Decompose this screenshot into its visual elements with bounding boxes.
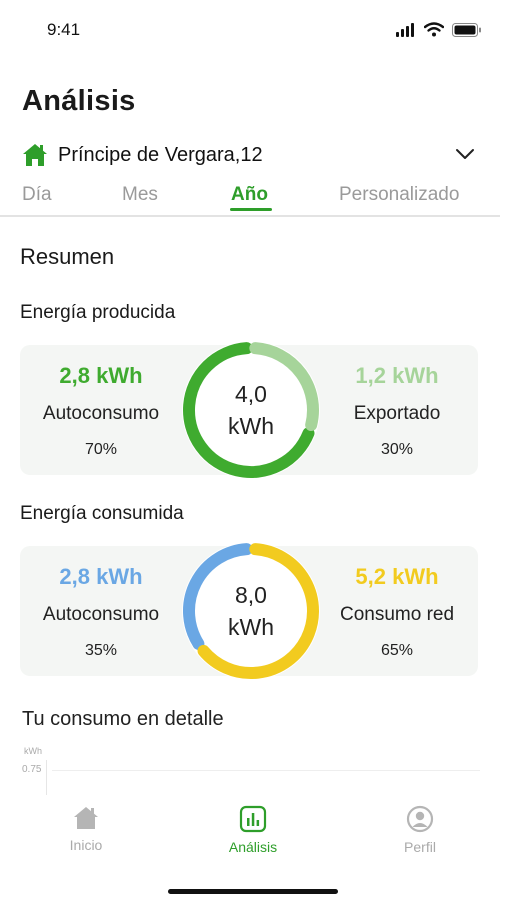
tab-custom[interactable]: Personalizado (339, 184, 459, 206)
grid-line (52, 770, 480, 771)
nav-analysis[interactable]: Análisis (208, 805, 298, 855)
tab-day[interactable]: Día (22, 184, 52, 206)
produced-right-label: Exportado (353, 403, 441, 424)
consumed-total-unit: kWh (228, 614, 274, 640)
battery-icon (452, 22, 481, 37)
produced-right-percent: 30% (380, 441, 414, 458)
home-icon (74, 807, 98, 829)
status-time: 9:41 (47, 20, 81, 39)
chevron-down-icon[interactable] (454, 143, 476, 165)
produced-left-value: 2,8 kWh (59, 363, 143, 388)
nav-home-label: Inicio (69, 837, 103, 853)
tabs-divider (0, 215, 500, 217)
active-tab-indicator (230, 208, 272, 211)
consumed-left: 2,8 kWh Autoconsumo 35% (26, 564, 176, 660)
status-icons (396, 22, 482, 37)
produced-title: Energía producida (20, 302, 176, 323)
produced-donut: 4,0 kWh (182, 341, 320, 479)
produced-left-percent: 70% (84, 441, 118, 458)
chart-icon (239, 805, 267, 833)
bottom-nav: Inicio Análisis Perfil (0, 795, 506, 900)
nav-profile-label: Perfil (404, 839, 436, 855)
axis-unit: kWh (24, 746, 42, 756)
wifi-icon (424, 22, 444, 37)
summary-title: Resumen (20, 244, 115, 269)
produced-right: 1,2 kWh Exportado 30% (322, 363, 472, 459)
status-bar: 9:41 (0, 0, 506, 60)
produced-right-value: 1,2 kWh (355, 363, 439, 388)
consumed-title: Energía consumida (20, 503, 184, 524)
produced-left: 2,8 kWh Autoconsumo 70% (26, 363, 176, 459)
produced-total: 4,0 kWh (182, 341, 320, 479)
consumed-card: 2,8 kWh Autoconsumo 35% 5,2 kWh Consumo … (20, 542, 478, 680)
produced-left-label: Autoconsumo (42, 403, 160, 424)
consumed-total: 8,0 kWh (182, 542, 320, 680)
consumed-left-value: 2,8 kWh (59, 564, 143, 589)
home-icon (23, 144, 47, 166)
consumed-left-label: Autoconsumo (42, 604, 160, 625)
home-indicator (168, 889, 338, 894)
tab-month[interactable]: Mes (122, 184, 158, 206)
consumed-right-value: 5,2 kWh (355, 564, 439, 589)
location-selector[interactable]: Príncipe de Vergara,12 (22, 140, 480, 170)
produced-card: 2,8 kWh Autoconsumo 70% 1,2 kWh Exportad… (20, 341, 478, 479)
produced-total-unit: kWh (228, 413, 274, 439)
page-title: Análisis (22, 85, 136, 117)
consumed-left-percent: 35% (84, 642, 118, 659)
location-name: Príncipe de Vergara,12 (58, 143, 263, 166)
user-icon (406, 805, 434, 833)
produced-total-value: 4,0 (235, 381, 267, 407)
signal-icon (396, 22, 414, 37)
nav-home[interactable]: Inicio (41, 805, 131, 853)
detail-title: Tu consumo en detalle (22, 708, 224, 730)
period-tabs: Día Mes Año Personalizado (0, 180, 506, 218)
nav-profile[interactable]: Perfil (375, 805, 465, 855)
consumed-total-value: 8,0 (235, 582, 267, 608)
nav-analysis-label: Análisis (228, 839, 278, 855)
consumed-right-percent: 65% (380, 642, 414, 659)
consumed-donut: 8,0 kWh (182, 542, 320, 680)
consumed-right-label: Consumo red (339, 604, 455, 625)
consumed-right: 5,2 kWh Consumo red 65% (322, 564, 472, 660)
y-axis-line (46, 760, 47, 795)
tab-year[interactable]: Año (231, 184, 268, 206)
axis-tick: 0.75 (22, 764, 42, 775)
